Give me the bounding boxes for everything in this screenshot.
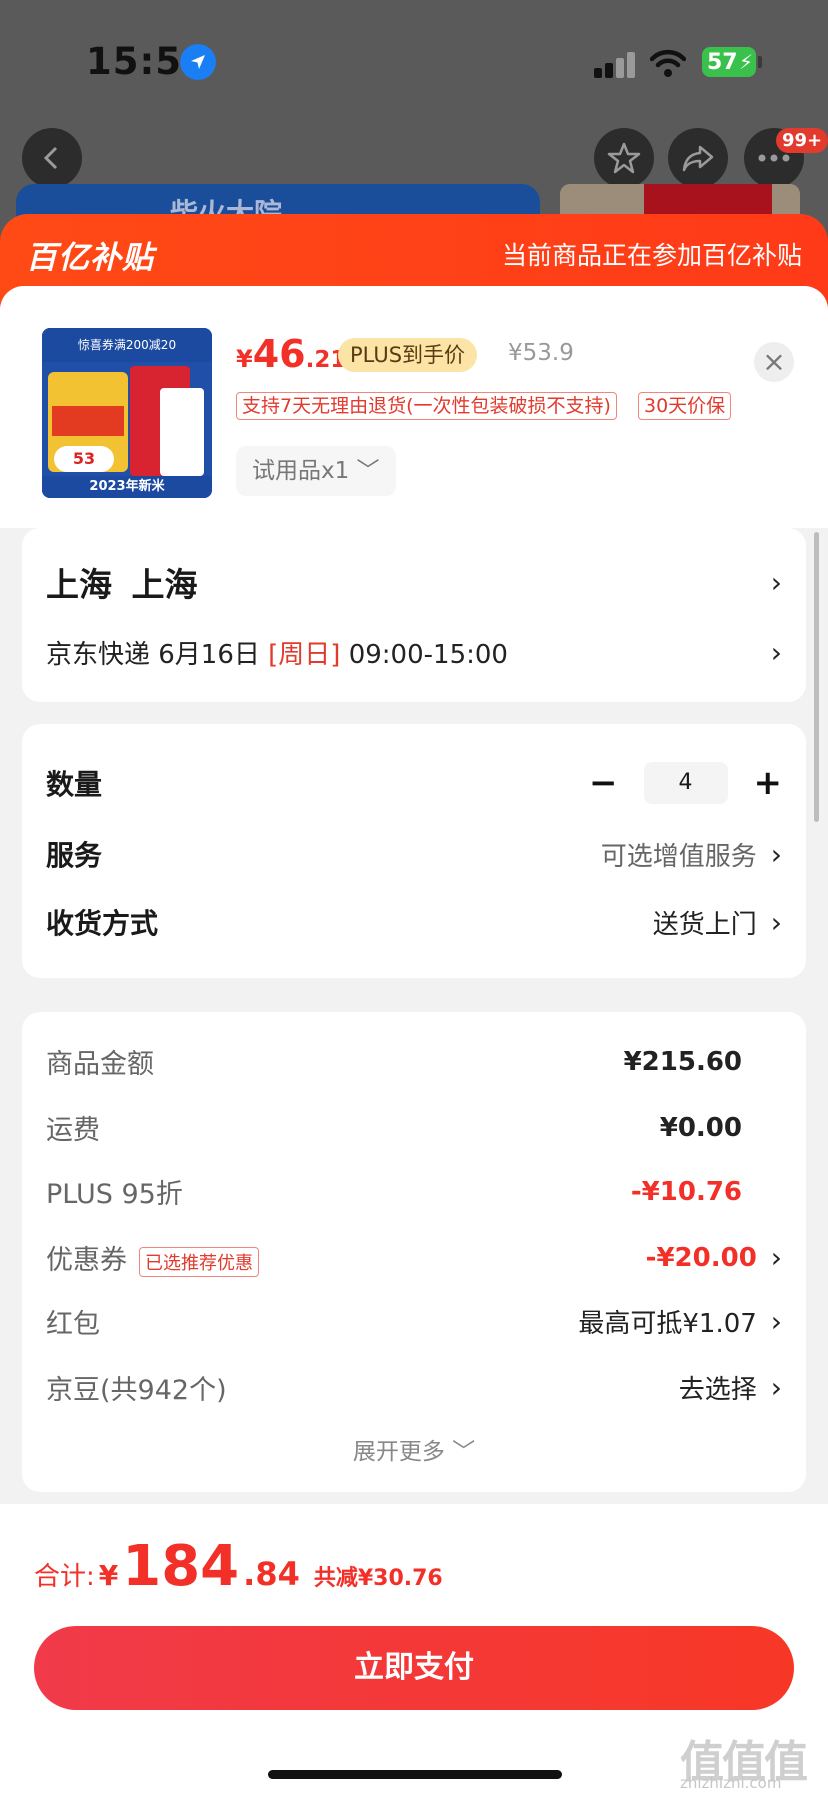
shipping-day: [周日]	[268, 640, 341, 670]
variant-selector[interactable]: 试用品x1 ﹀	[236, 446, 396, 496]
chevron-right-icon: ›	[770, 565, 782, 599]
order-total: 合计: ¥184.84 共减¥30.76	[34, 1534, 443, 1599]
chevron-right-icon: ›	[770, 636, 782, 669]
price-protection-tag: 30天价保	[638, 392, 732, 420]
jd-beans-label: 京豆(共942个)	[46, 1375, 227, 1406]
charging-bolt-icon: ⚡	[738, 50, 753, 74]
product-summary: 惊喜券满200减20 53 2023年新米 ¥46.21 PLUS到手价 ¥53…	[0, 286, 828, 528]
goods-amount-value: ¥215.60	[623, 1046, 742, 1077]
quantity-row: 数量 − 4 +	[46, 762, 782, 804]
address-row[interactable]: 上海 上海 ›	[46, 558, 782, 606]
watermark-url: zhizhizhi.com	[680, 1774, 782, 1792]
plus-discount-row: PLUS 95折 -¥10.76	[46, 1172, 742, 1211]
quantity-input[interactable]: 4	[643, 762, 728, 804]
service-row[interactable]: 服务 可选增值服务 ›	[46, 834, 782, 874]
shipping-info: 京东快递 6月16日 [周日] 09:00-15:00	[46, 640, 508, 670]
cellular-signal-icon	[594, 52, 636, 78]
close-icon: ×	[762, 345, 786, 378]
chevron-right-icon: ›	[770, 1241, 782, 1274]
options-card: 数量 − 4 + 服务 可选增值服务 › 收货方式 送货上门 ›	[22, 724, 806, 978]
freight-label: 运费	[46, 1115, 100, 1146]
plus-price-tag: PLUS到手价	[338, 338, 478, 372]
product-image-top-text: 惊喜券满200减20	[42, 328, 212, 362]
home-indicator[interactable]	[268, 1770, 562, 1779]
message-count-badge: 99+	[776, 128, 828, 153]
goods-amount-label: 商品金额	[46, 1049, 154, 1080]
product-price: ¥46.21	[236, 332, 347, 376]
pay-now-button[interactable]: 立即支付	[34, 1626, 794, 1710]
shipping-row[interactable]: 京东快递 6月16日 [周日] 09:00-15:00 ›	[46, 634, 782, 671]
total-amount-dec: .84	[243, 1555, 300, 1593]
chevron-left-icon	[43, 146, 58, 170]
quantity-stepper: − 4 +	[589, 762, 782, 804]
scrollbar[interactable]	[814, 532, 819, 822]
star-icon	[607, 142, 641, 174]
payment-bar: 合计: ¥184.84 共减¥30.76 立即支付 值值值 zhizhizhi.…	[0, 1504, 828, 1796]
coupon-value: -¥20.00	[645, 1242, 757, 1273]
jd-beans-row[interactable]: 京豆(共942个) 去选择 ›	[46, 1368, 782, 1407]
chevron-right-icon: ›	[770, 1305, 782, 1338]
increase-quantity-button[interactable]: +	[754, 763, 783, 803]
total-savings: 共减¥30.76	[313, 1566, 443, 1591]
expand-more-link[interactable]: 展开更多 ﹀	[22, 1432, 806, 1466]
receive-method-label: 收货方式	[46, 907, 159, 940]
back-button[interactable]	[22, 128, 82, 188]
status-bar: 15:51 57 ⚡	[0, 0, 828, 120]
red-packet-value: 最高可抵¥1.07	[578, 1309, 757, 1339]
battery-nub	[758, 56, 762, 68]
plus-discount-label: PLUS 95折	[46, 1179, 183, 1210]
close-button[interactable]: ×	[754, 342, 794, 382]
subsidy-note: 当前商品正在参加百亿补贴	[501, 241, 802, 270]
freight-value: ¥0.00	[659, 1112, 742, 1143]
red-packet-row[interactable]: 红包 最高可抵¥1.07 ›	[46, 1302, 782, 1341]
total-label: 合计:	[34, 1562, 95, 1592]
more-icon	[758, 154, 790, 162]
chevron-right-icon: ›	[770, 837, 782, 871]
product-image-foot-text: 2023年新米	[42, 476, 212, 498]
receive-method-row[interactable]: 收货方式 送货上门 ›	[46, 902, 782, 942]
jd-beans-value: 去选择	[678, 1375, 757, 1405]
chevron-right-icon: ›	[770, 905, 782, 939]
address-card[interactable]: 上海 上海 › 京东快递 6月16日 [周日] 09:00-15:00 ›	[22, 528, 806, 702]
service-value: 可选增值服务	[600, 841, 757, 872]
quantity-label: 数量	[46, 768, 103, 801]
chevron-right-icon: ›	[770, 1371, 782, 1404]
coupon-selected-tag: 已选推荐优惠	[139, 1246, 259, 1277]
plus-discount-value: -¥10.76	[630, 1176, 742, 1207]
delivery-address: 上海 上海	[46, 565, 198, 604]
wifi-icon	[649, 48, 687, 78]
share-icon	[682, 145, 714, 172]
total-amount-int: 184	[122, 1534, 240, 1599]
battery-icon: 57 ⚡	[702, 47, 756, 77]
receive-method-value: 送货上门	[652, 909, 757, 940]
goods-amount-row: 商品金额 ¥215.60	[46, 1042, 742, 1081]
coupon-label: 优惠券	[46, 1245, 127, 1276]
decrease-quantity-button[interactable]: −	[589, 763, 618, 803]
product-image: 惊喜券满200减20 53 2023年新米	[42, 328, 212, 498]
return-policy-tag: 支持7天无理由退货(一次性包装破损不支持)	[236, 392, 617, 420]
price-summary-card: 商品金额 ¥215.60 运费 ¥0.00 PLUS 95折 -¥10.76 优…	[22, 1012, 806, 1492]
coupon-row[interactable]: 优惠券 已选推荐优惠 -¥20.00 ›	[46, 1238, 782, 1277]
product-image-price-sticker: 53	[54, 446, 114, 472]
service-label: 服务	[46, 839, 103, 872]
freight-row: 运费 ¥0.00	[46, 1108, 742, 1147]
original-price: ¥53.9	[508, 340, 574, 366]
battery-level: 57	[707, 49, 738, 75]
share-button[interactable]	[668, 128, 728, 188]
red-packet-label: 红包	[46, 1309, 100, 1340]
subsidy-brand: 百亿补贴	[26, 240, 154, 276]
favorite-button[interactable]	[594, 128, 654, 188]
location-arrow-icon	[180, 44, 216, 80]
